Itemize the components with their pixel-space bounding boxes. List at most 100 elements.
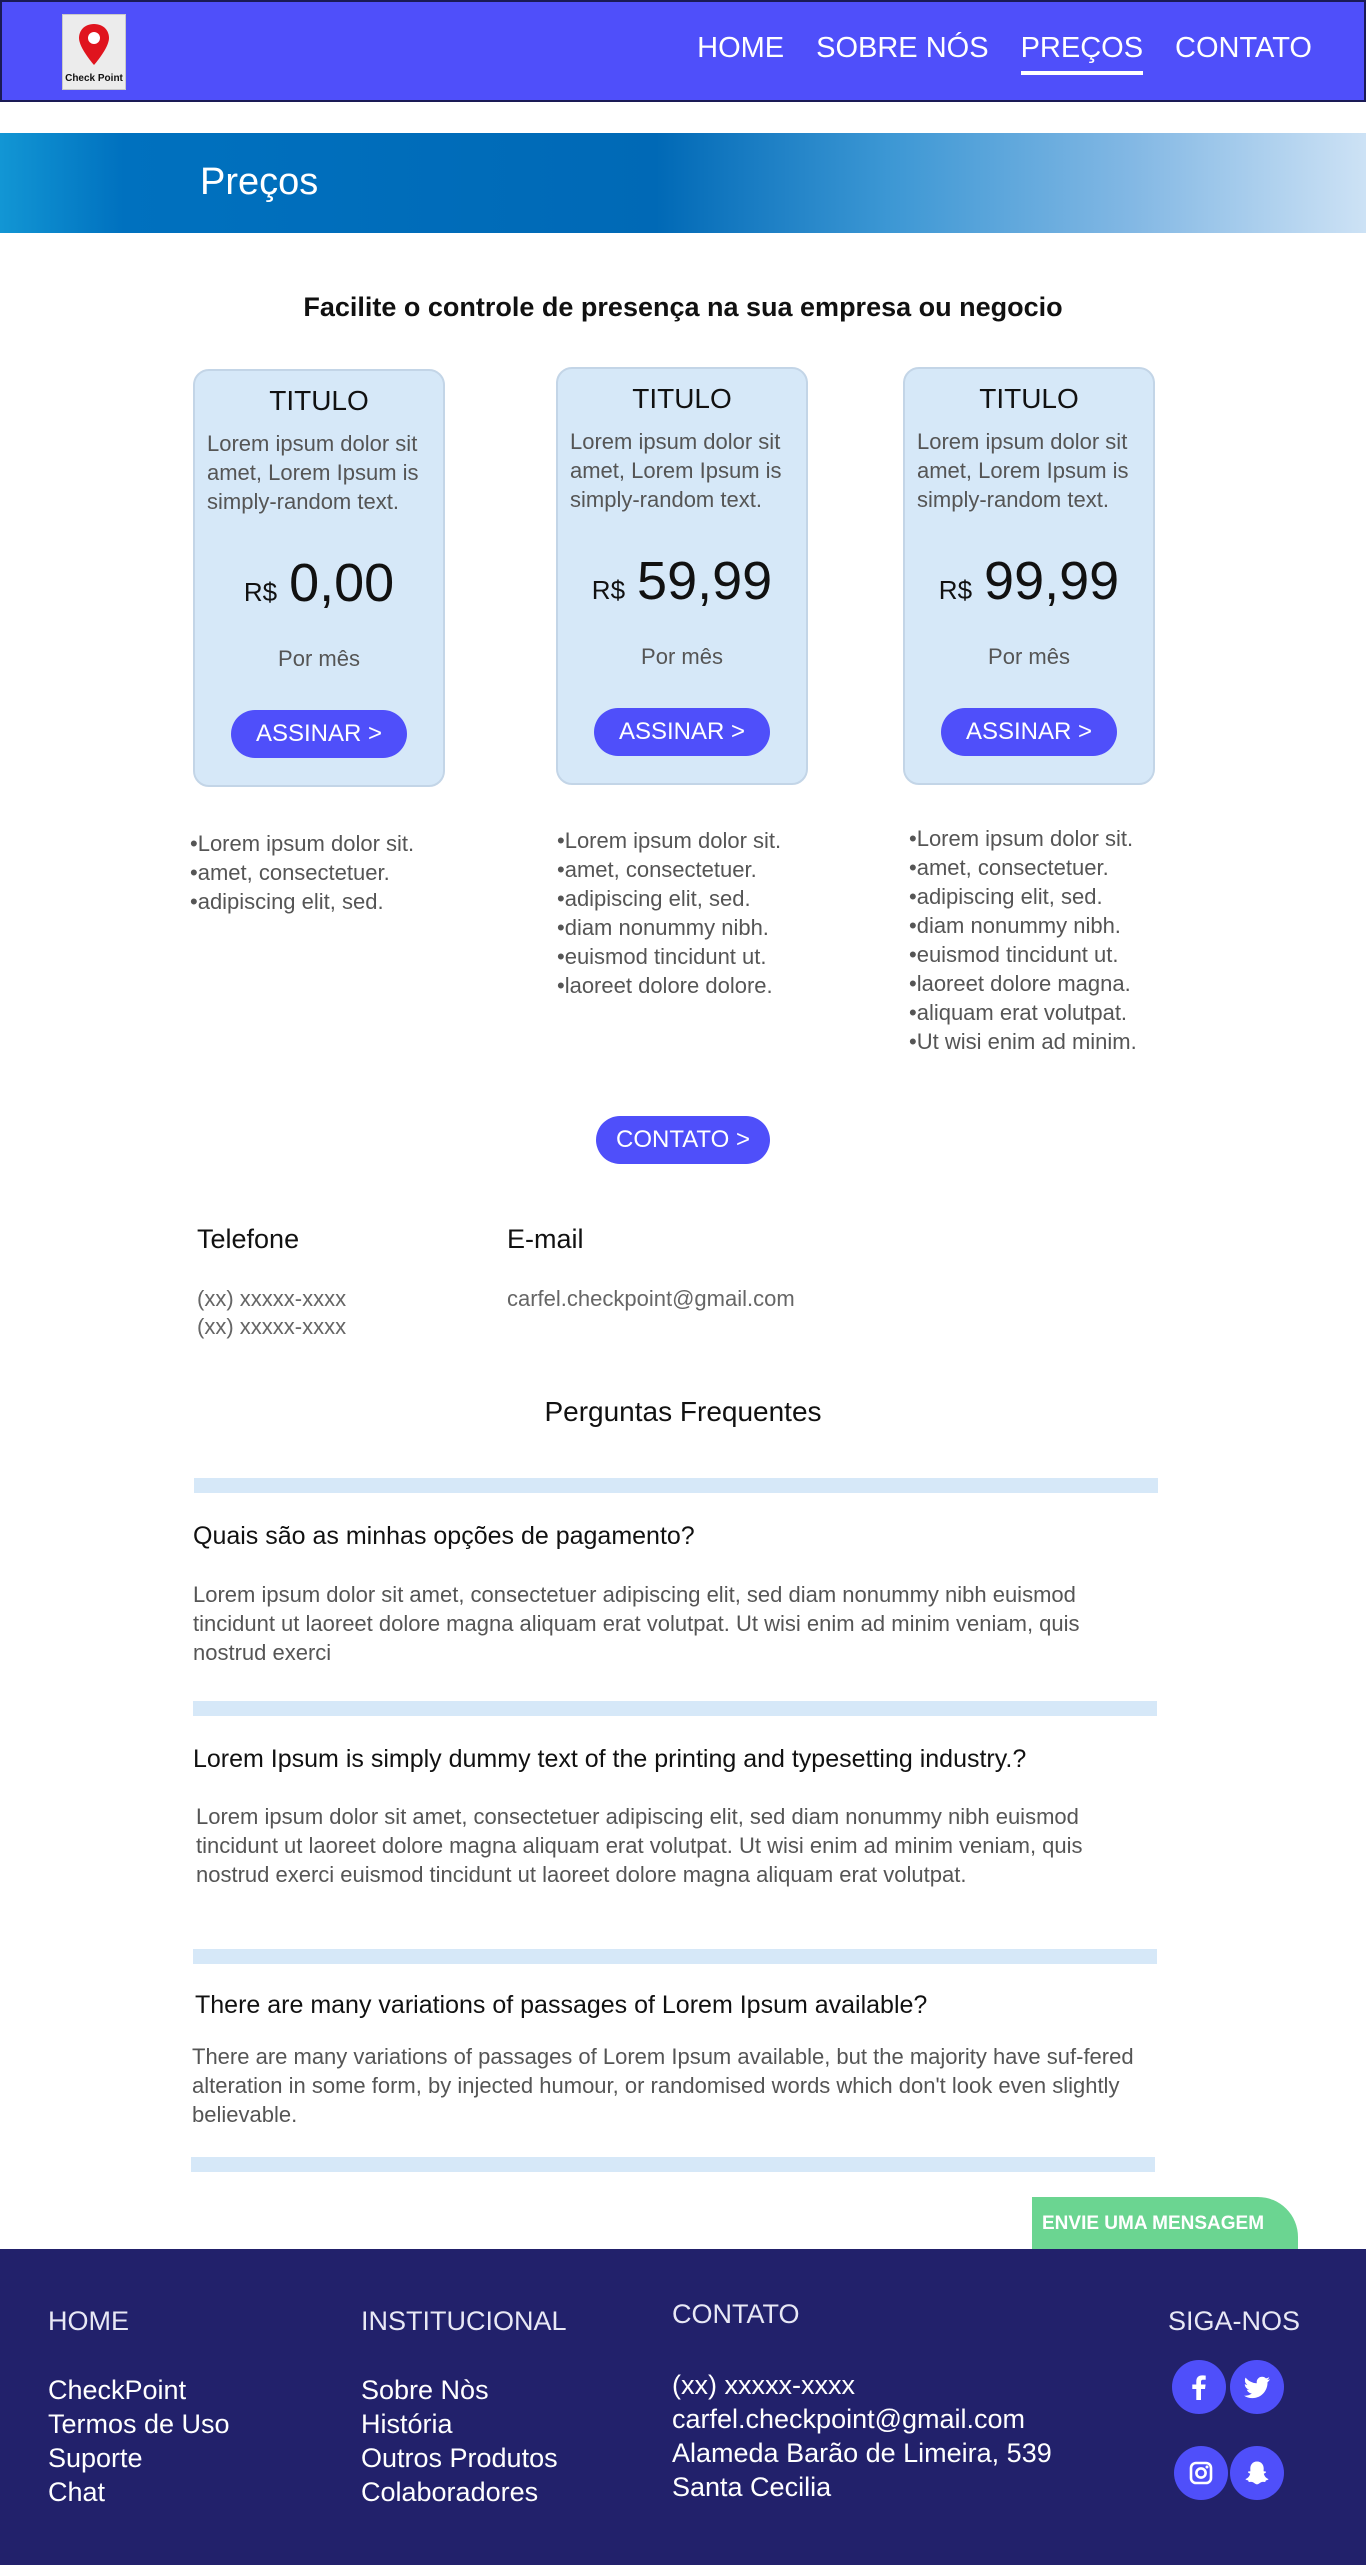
- feature-item: •diam nonummy nibh.: [909, 913, 1121, 938]
- feature-item: •Ut wisi enim ad minim.: [909, 1029, 1137, 1054]
- nav-home[interactable]: HOME: [697, 32, 784, 75]
- plan-price: R$ 59,99: [558, 550, 806, 612]
- footer-contato-title: CONTATO: [672, 2299, 800, 2329]
- faq-divider: [193, 1949, 1157, 1964]
- plan-price: R$ 0,00: [195, 552, 443, 614]
- faq-question[interactable]: Lorem Ipsum is simply dummy text of the …: [193, 1745, 1026, 1774]
- nav-contato[interactable]: CONTATO: [1175, 32, 1312, 75]
- footer-home-links: CheckPoint Termos de Uso Suporte Chat: [48, 2373, 230, 2509]
- feature-item: •euismod tincidunt ut.: [909, 942, 1119, 967]
- footer-link[interactable]: Outros Produtos: [361, 2441, 567, 2475]
- logo[interactable]: Check Point: [62, 14, 126, 90]
- feature-item: •adipiscing elit, sed.: [909, 884, 1103, 909]
- page-title: Preços: [200, 161, 319, 203]
- feature-item: •amet, consectetuer.: [557, 857, 757, 882]
- plan-description: Lorem ipsum dolor sit amet, Lorem Ipsum …: [917, 429, 1129, 512]
- footer-contact-line: Santa Cecilia: [672, 2472, 832, 2502]
- plan-price-value: 59,99: [637, 551, 773, 611]
- footer-link[interactable]: Sobre Nòs: [361, 2373, 567, 2407]
- plan-title: TITULO: [269, 385, 369, 416]
- faq-divider: [193, 1701, 1157, 1716]
- plan-period: Por mês: [278, 646, 360, 671]
- email-label: E-mail: [507, 1224, 584, 1254]
- feature-item: •amet, consectetuer.: [190, 860, 390, 885]
- plan-card-basic: TITULO Lorem ipsum dolor sit amet, Lorem…: [556, 367, 808, 785]
- plan-price-value: 0,00: [289, 553, 395, 613]
- footer-link[interactable]: História: [361, 2407, 567, 2441]
- plan-currency: R$: [243, 577, 278, 607]
- location-pin-icon: [79, 23, 109, 65]
- feature-item: •laoreet dolore magna.: [909, 971, 1131, 996]
- nav-precos[interactable]: PREÇOS: [1020, 32, 1144, 75]
- plan-title: TITULO: [632, 383, 732, 414]
- footer-link[interactable]: Suporte: [48, 2441, 230, 2475]
- plan-card-free: TITULO Lorem ipsum dolor sit amet, Lorem…: [193, 369, 445, 787]
- instagram-icon[interactable]: [1174, 2446, 1228, 2500]
- footer-link[interactable]: Termos de Uso: [48, 2407, 230, 2441]
- footer-institucional-title: INSTITUCIONAL: [361, 2306, 567, 2336]
- send-message-button[interactable]: ENVIE UMA MENSAGEM: [1032, 2197, 1298, 2249]
- feature-item: •Lorem ipsum dolor sit.: [190, 831, 415, 856]
- feature-item: •adipiscing elit, sed.: [557, 886, 751, 911]
- site-header: Check Point HOME SOBRE NÓS PREÇOS CONTAT…: [0, 0, 1366, 102]
- feature-item: •adipiscing elit, sed.: [190, 889, 384, 914]
- footer-social-column: SIGA-NOS: [1168, 2306, 1300, 2337]
- snapchat-icon[interactable]: [1230, 2446, 1284, 2500]
- main-nav: HOME SOBRE NÓS PREÇOS CONTATO: [697, 32, 1312, 75]
- footer-link[interactable]: Chat: [48, 2475, 230, 2509]
- email-address[interactable]: carfel.checkpoint@gmail.com: [507, 1285, 795, 1313]
- phone-list: (xx) xxxxx-xxxx (xx) xxxxx-xxxx: [197, 1285, 346, 1341]
- contact-button[interactable]: CONTATO >: [596, 1116, 770, 1164]
- plan-features-basic: •Lorem ipsum dolor sit. •amet, consectet…: [557, 826, 781, 1000]
- plan-currency: R$: [938, 575, 973, 605]
- twitter-icon[interactable]: [1230, 2360, 1284, 2414]
- faq-answer: Lorem ipsum dolor sit amet, consectetuer…: [196, 1804, 1083, 1887]
- feature-item: •Lorem ipsum dolor sit.: [909, 826, 1134, 851]
- feature-item: •aliquam erat volutpat.: [909, 1000, 1128, 1025]
- feature-item: •amet, consectetuer.: [909, 855, 1109, 880]
- subscribe-button[interactable]: ASSINAR >: [941, 708, 1117, 756]
- footer-social-title: SIGA-NOS: [1168, 2306, 1301, 2336]
- plan-description: Lorem ipsum dolor sit amet, Lorem Ipsum …: [207, 431, 419, 514]
- faq-divider: [194, 1478, 1158, 1493]
- footer-link[interactable]: CheckPoint: [48, 2373, 230, 2407]
- feature-item: •euismod tincidunt ut.: [557, 944, 767, 969]
- faq-question[interactable]: There are many variations of passages of…: [195, 1991, 927, 2020]
- phone-number: (xx) xxxxx-xxxx: [197, 1286, 347, 1311]
- subscribe-button[interactable]: ASSINAR >: [594, 708, 770, 756]
- footer-contact-line: Alameda Barão de Limeira, 539: [672, 2438, 1052, 2468]
- footer-contato-lines: (xx) xxxxx-xxxx carfel.checkpoint@gmail.…: [672, 2368, 1052, 2504]
- faq-answer: There are many variations of passages of…: [192, 2044, 1134, 2127]
- plan-currency: R$: [591, 575, 626, 605]
- feature-item: •Lorem ipsum dolor sit.: [557, 828, 782, 853]
- faq-answer: Lorem ipsum dolor sit amet, consectetuer…: [193, 1582, 1080, 1665]
- phone-label: Telefone: [197, 1224, 300, 1254]
- footer-link[interactable]: Colaboradores: [361, 2475, 567, 2509]
- nav-sobre-nos[interactable]: SOBRE NÓS: [816, 32, 988, 75]
- plan-title: TITULO: [979, 383, 1079, 414]
- footer-contato-column: CONTATO (xx) xxxxx-xxxx carfel.checkpoin…: [672, 2299, 1052, 2504]
- tagline: Facilite o controle de presença na sua e…: [303, 292, 1063, 322]
- footer-home-title: HOME: [48, 2306, 129, 2336]
- plan-features-free: •Lorem ipsum dolor sit. •amet, consectet…: [190, 829, 414, 916]
- footer-institucional-column: INSTITUCIONAL Sobre Nòs História Outros …: [361, 2306, 567, 2509]
- phone-number: (xx) xxxxx-xxxx: [197, 1314, 347, 1339]
- logo-text: Check Point: [65, 72, 123, 84]
- footer-home-column: HOME CheckPoint Termos de Uso Suporte Ch…: [48, 2306, 230, 2509]
- subscribe-button[interactable]: ASSINAR >: [231, 710, 407, 758]
- plan-card-premium: TITULO Lorem ipsum dolor sit amet, Lorem…: [903, 367, 1155, 785]
- faq-title: Perguntas Frequentes: [544, 1396, 822, 1427]
- feature-item: •diam nonummy nibh.: [557, 915, 769, 940]
- plan-period: Por mês: [988, 644, 1070, 669]
- feature-item: •laoreet dolore dolore.: [557, 973, 773, 998]
- plan-price-value: 99,99: [984, 551, 1120, 611]
- plan-price: R$ 99,99: [905, 550, 1153, 612]
- plan-period: Por mês: [641, 644, 723, 669]
- faq-question[interactable]: Quais são as minhas opções de pagamento?: [193, 1522, 695, 1551]
- site-footer: HOME CheckPoint Termos de Uso Suporte Ch…: [0, 2249, 1366, 2565]
- facebook-icon[interactable]: [1172, 2360, 1226, 2414]
- plan-description: Lorem ipsum dolor sit amet, Lorem Ipsum …: [570, 429, 782, 512]
- plan-features-premium: •Lorem ipsum dolor sit. •amet, consectet…: [909, 824, 1137, 1056]
- footer-contact-line: (xx) xxxxx-xxxx: [672, 2370, 855, 2400]
- footer-contact-line: carfel.checkpoint@gmail.com: [672, 2404, 1026, 2434]
